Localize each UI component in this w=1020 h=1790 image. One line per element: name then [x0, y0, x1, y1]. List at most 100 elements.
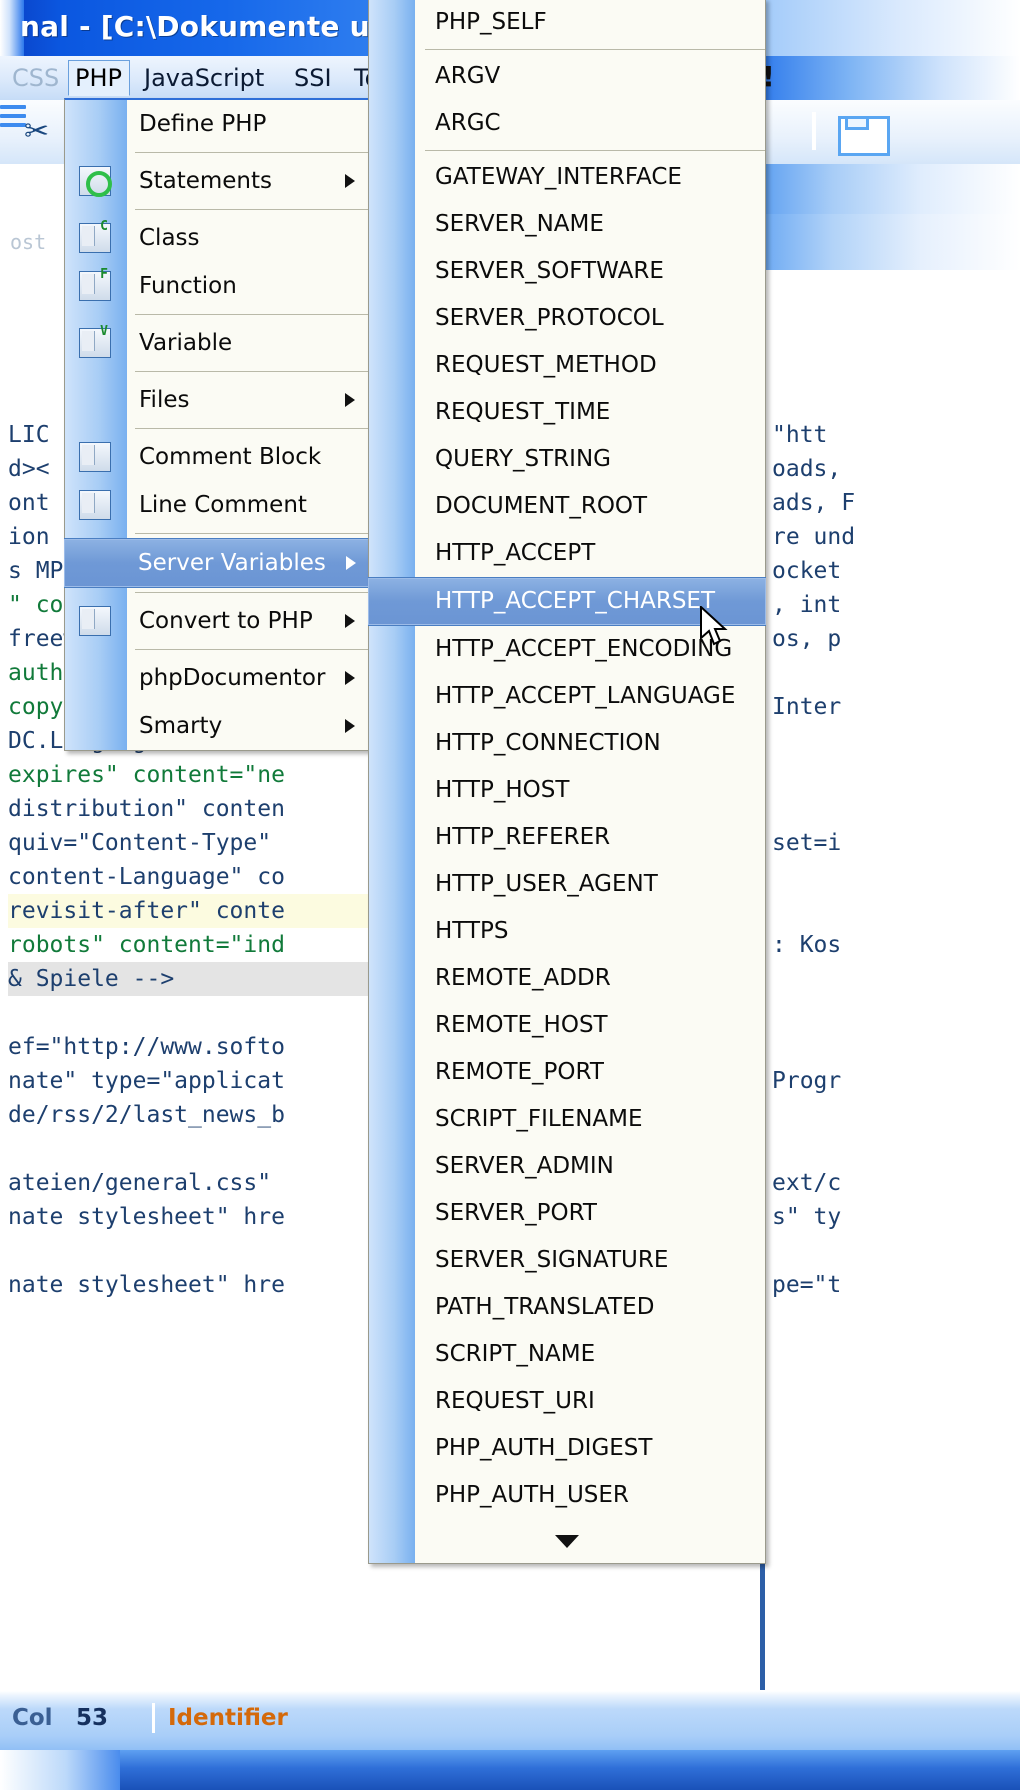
php-menu-item-server-variables[interactable]: Server Variables: [64, 538, 370, 588]
server-variable-label: PATH_TRANSLATED: [435, 1294, 655, 1320]
server-variable-label: HTTP_HOST: [435, 777, 570, 803]
server-variable-item-argv[interactable]: ARGV: [369, 53, 765, 100]
php-menu-item-label: Convert to PHP: [139, 608, 313, 634]
server-variable-label: REQUEST_URI: [435, 1388, 595, 1414]
php-dropdown-menu[interactable]: Define PHP Statements C Class F Function V Vari…: [64, 98, 370, 751]
php-menu-item-function[interactable]: F Function: [65, 262, 369, 310]
submenu-arrow-icon: [345, 614, 355, 628]
php-menu-item-comment-block[interactable]: Comment Block: [65, 433, 369, 481]
server-variable-item-server_name[interactable]: SERVER_NAME: [369, 201, 765, 248]
server-variable-item-http_connection[interactable]: HTTP_CONNECTION: [369, 720, 765, 767]
code-pane-right[interactable]: "htt oads, ads, F re und ocket , int os, p Inte…: [772, 418, 1020, 1302]
server-variable-item-http_accept_charset[interactable]: HTTP_ACCEPT_CHARSET: [368, 577, 766, 626]
code-line-right: [772, 1132, 1020, 1166]
php-menu-item-variable[interactable]: V Variable: [65, 319, 369, 367]
code-line-right: [772, 1234, 1020, 1268]
php-menu-item-define-php[interactable]: Define PHP: [65, 100, 369, 148]
comment-block-icon: [79, 442, 111, 472]
submenu-arrow-icon: [346, 556, 356, 570]
php-menu-item-files[interactable]: Files: [65, 376, 369, 424]
php-menu-item-phpdocumentor[interactable]: phpDocumentor: [65, 654, 369, 702]
server-variable-item-gateway_interface[interactable]: GATEWAY_INTERFACE: [369, 154, 765, 201]
menu-item-css[interactable]: CSS: [6, 61, 74, 95]
code-line-right: [772, 962, 1020, 996]
menu-item-javascript[interactable]: JavaScript: [138, 61, 270, 95]
php-menu-item-statements[interactable]: Statements: [65, 157, 369, 205]
code-line-right: [772, 996, 1020, 1030]
code-line-right: [772, 758, 1020, 792]
code-line-right: set=i: [772, 830, 842, 856]
php-menu-item-label: Statements: [139, 168, 273, 194]
code-line-right: Progr: [772, 1068, 842, 1094]
server-variable-item-server_protocol[interactable]: SERVER_PROTOCOL: [369, 295, 765, 342]
server-variable-item-request_method[interactable]: REQUEST_METHOD: [369, 342, 765, 389]
align-lines-icon[interactable]: [0, 105, 26, 127]
server-variable-item-http_referer[interactable]: HTTP_REFERER: [369, 814, 765, 861]
scissors-icon[interactable]: ✂: [24, 114, 49, 149]
menu-item-ssi[interactable]: SSI: [288, 61, 338, 95]
server-variable-item-server_admin[interactable]: SERVER_ADMIN: [369, 1143, 765, 1190]
menu-separator: [135, 533, 369, 534]
server-variable-label: REQUEST_TIME: [435, 399, 611, 425]
server-variable-label: SERVER_ADMIN: [435, 1153, 614, 1179]
submenu-arrow-icon: [345, 393, 355, 407]
server-variable-item-request_uri[interactable]: REQUEST_URI: [369, 1378, 765, 1425]
php-menu-item-smarty[interactable]: Smarty: [65, 702, 369, 750]
server-variable-item-http_host[interactable]: HTTP_HOST: [369, 767, 765, 814]
menu-separator: [135, 649, 369, 650]
code-line-right: [772, 1098, 1020, 1132]
server-variable-item-server_software[interactable]: SERVER_SOFTWARE: [369, 248, 765, 295]
server-variable-item-remote_addr[interactable]: REMOTE_ADDR: [369, 955, 765, 1002]
server-variable-item-php_self[interactable]: PHP_SELF: [369, 0, 765, 46]
server-variable-item-server_port[interactable]: SERVER_PORT: [369, 1190, 765, 1237]
server-variable-item-query_string[interactable]: QUERY_STRING: [369, 436, 765, 483]
submenu-arrow-icon: [345, 174, 355, 188]
server-variable-item-document_root[interactable]: DOCUMENT_ROOT: [369, 483, 765, 530]
server-variable-item-http_accept_language[interactable]: HTTP_ACCEPT_LANGUAGE: [369, 673, 765, 720]
server-variable-item-http_accept[interactable]: HTTP_ACCEPT: [369, 530, 765, 577]
server-variable-label: HTTPS: [435, 918, 509, 944]
server-variables-submenu[interactable]: PHP_SELF ARGV ARGC GATEWAY_INTERFACE SERVER_…: [368, 0, 766, 1564]
php-menu-item-convert-to-php[interactable]: Convert to PHP: [65, 597, 369, 645]
server-variable-item-server_signature[interactable]: SERVER_SIGNATURE: [369, 1237, 765, 1284]
php-menu-item-class[interactable]: C Class: [65, 214, 369, 262]
server-variable-label: PHP_AUTH_DIGEST: [435, 1435, 653, 1461]
server-variable-label: PHP_SELF: [435, 9, 547, 35]
server-variable-label: HTTP_ACCEPT_ENCODING: [435, 636, 733, 662]
server-variable-label: SERVER_PORT: [435, 1200, 597, 1226]
menu-separator: [135, 314, 369, 315]
server-variable-item-script_name[interactable]: SCRIPT_NAME: [369, 1331, 765, 1378]
php-menu-item-line-comment[interactable]: Line Comment: [65, 481, 369, 529]
server-variable-item-http_user_agent[interactable]: HTTP_USER_AGENT: [369, 861, 765, 908]
code-line-right: re und: [772, 524, 856, 550]
server-variable-item-php_auth_digest[interactable]: PHP_AUTH_DIGEST: [369, 1425, 765, 1472]
menu-item-php[interactable]: PHP: [68, 60, 130, 96]
folder-icon[interactable]: [838, 116, 890, 156]
server-variable-item-argc[interactable]: ARGC: [369, 100, 765, 147]
menu-separator: [135, 371, 369, 372]
code-line-right: os, p: [772, 626, 842, 652]
submenu-scroll-down-button[interactable]: [369, 1519, 765, 1563]
server-variable-item-php_auth_user[interactable]: PHP_AUTH_USER: [369, 1472, 765, 1519]
server-variable-item-request_time[interactable]: REQUEST_TIME: [369, 389, 765, 436]
server-variable-item-script_filename[interactable]: SCRIPT_FILENAME: [369, 1096, 765, 1143]
window-bottom-left-edge: [0, 1750, 120, 1790]
code-line-right: [772, 894, 1020, 928]
server-variable-label: SCRIPT_NAME: [435, 1341, 596, 1367]
server-variable-label: SERVER_SOFTWARE: [435, 258, 664, 284]
server-variable-item-remote_host[interactable]: REMOTE_HOST: [369, 1002, 765, 1049]
submenu-arrow-icon: [345, 671, 355, 685]
host-row-right-edge: [760, 214, 1020, 270]
server-variable-item-http_accept_encoding[interactable]: HTTP_ACCEPT_ENCODING: [369, 626, 765, 673]
code-line-right: oads,: [772, 456, 842, 482]
window-bottom-edge: [0, 1750, 1020, 1790]
code-line-right: ocket: [772, 558, 842, 584]
server-variable-item-path_translated[interactable]: PATH_TRANSLATED: [369, 1284, 765, 1331]
server-variable-item-remote_port[interactable]: REMOTE_PORT: [369, 1049, 765, 1096]
convert-to-php-icon: [79, 606, 111, 636]
server-variable-label: HTTP_ACCEPT: [435, 540, 596, 566]
php-menu-item-label: Comment Block: [139, 444, 322, 470]
server-variable-label: ARGC: [435, 110, 501, 136]
server-variable-item-https[interactable]: HTTPS: [369, 908, 765, 955]
server-variable-label: ARGV: [435, 63, 501, 89]
